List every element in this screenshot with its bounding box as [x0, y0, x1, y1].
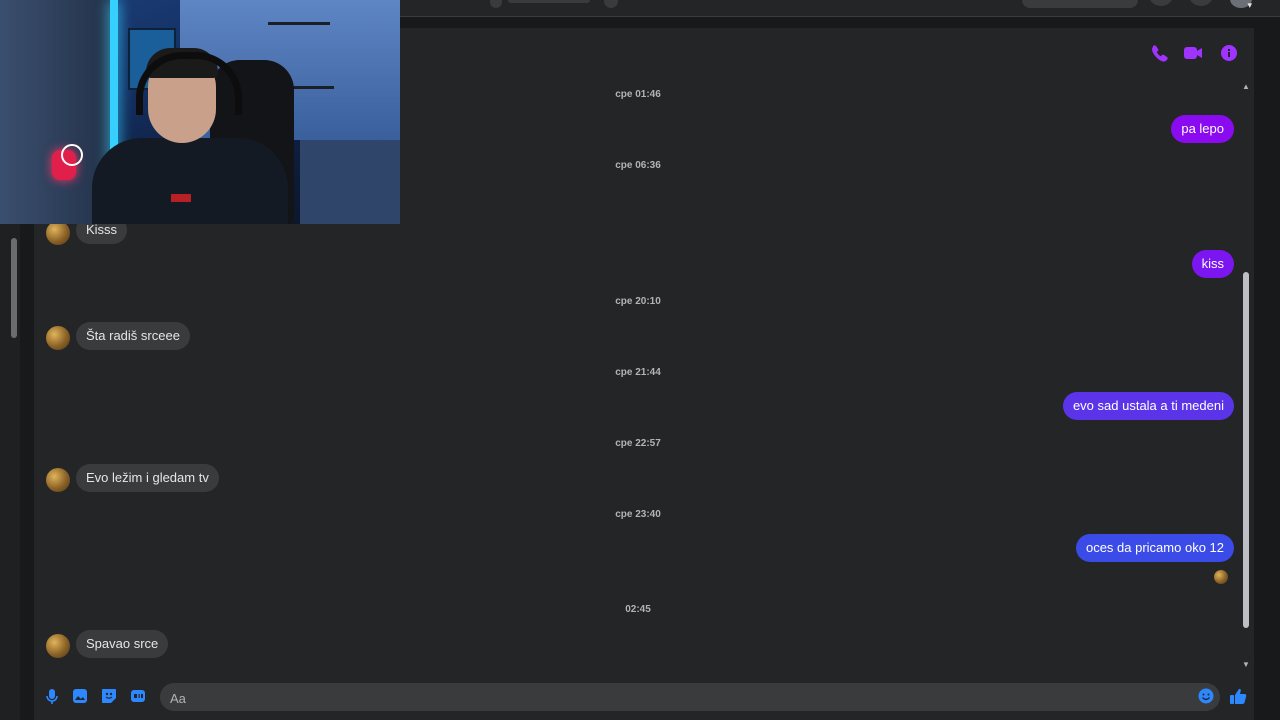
message-bubble-outgoing[interactable]: pa lepo [1171, 115, 1234, 143]
message-bubble-outgoing[interactable]: evo sad ustala a ti medeni [1062, 392, 1234, 420]
webcam-overlay [0, 0, 400, 224]
top-bar-tab-icon-2[interactable] [604, 0, 618, 8]
message-bubble-outgoing[interactable]: oces da pricamo oko 12 [1075, 534, 1234, 562]
seen-indicator-avatar [1214, 570, 1228, 584]
scrollbar-thumb[interactable] [1243, 272, 1249, 628]
scroll-down-arrow-icon[interactable]: ▼ [1241, 660, 1251, 670]
message-input-container[interactable] [160, 683, 1220, 713]
thumbs-up-icon[interactable] [1228, 686, 1248, 706]
webcam-person-body [92, 138, 288, 224]
chevron-down-icon[interactable]: ▾ [1247, 0, 1252, 11]
sidebar-scrollbar[interactable] [11, 238, 17, 338]
contact-avatar[interactable] [46, 326, 70, 350]
top-bar-tab-icon[interactable] [490, 0, 502, 8]
top-bar-tab[interactable] [508, 0, 590, 3]
message-bubble-outgoing[interactable]: kiss [1191, 250, 1234, 278]
contact-avatar[interactable] [46, 221, 70, 245]
video-camera-icon[interactable] [1176, 38, 1210, 68]
gif-icon[interactable] [128, 686, 148, 706]
info-icon[interactable] [1212, 38, 1246, 68]
notifications-icon[interactable] [1188, 0, 1214, 6]
thread-scrollbar[interactable]: ▲ ▼ [1241, 80, 1251, 672]
message-bubble-incoming[interactable]: Spavao srce [76, 630, 169, 658]
timestamp: cpe 22:57 [615, 438, 661, 449]
message-bubble-incoming[interactable]: Evo ležim i gledam tv [76, 464, 219, 492]
top-bar-search[interactable] [1022, 0, 1138, 8]
timestamp: cpe 06:36 [615, 160, 661, 171]
webcam-shelf [268, 22, 330, 25]
webcam-room [300, 140, 400, 224]
image-icon[interactable] [70, 686, 90, 706]
webcam-mic-ring [61, 144, 83, 166]
phone-icon[interactable] [1141, 38, 1175, 68]
contact-avatar[interactable] [46, 468, 70, 492]
timestamp: 02:45 [625, 604, 651, 615]
message-input[interactable] [168, 683, 1172, 713]
contact-avatar[interactable] [46, 634, 70, 658]
emoji-icon[interactable] [1196, 686, 1216, 706]
timestamp: cpe 21:44 [615, 367, 661, 378]
timestamp: cpe 23:40 [615, 509, 661, 520]
timestamp: cpe 01:46 [615, 89, 661, 100]
menu-icon[interactable] [1148, 0, 1174, 6]
webcam-shirt-logo [171, 194, 191, 202]
scroll-up-arrow-icon[interactable]: ▲ [1241, 82, 1251, 92]
timestamp: cpe 20:10 [615, 296, 661, 307]
sticker-icon[interactable] [99, 686, 119, 706]
microphone-icon[interactable] [42, 686, 62, 706]
message-bubble-incoming[interactable]: Šta radiš srceee [76, 322, 190, 350]
